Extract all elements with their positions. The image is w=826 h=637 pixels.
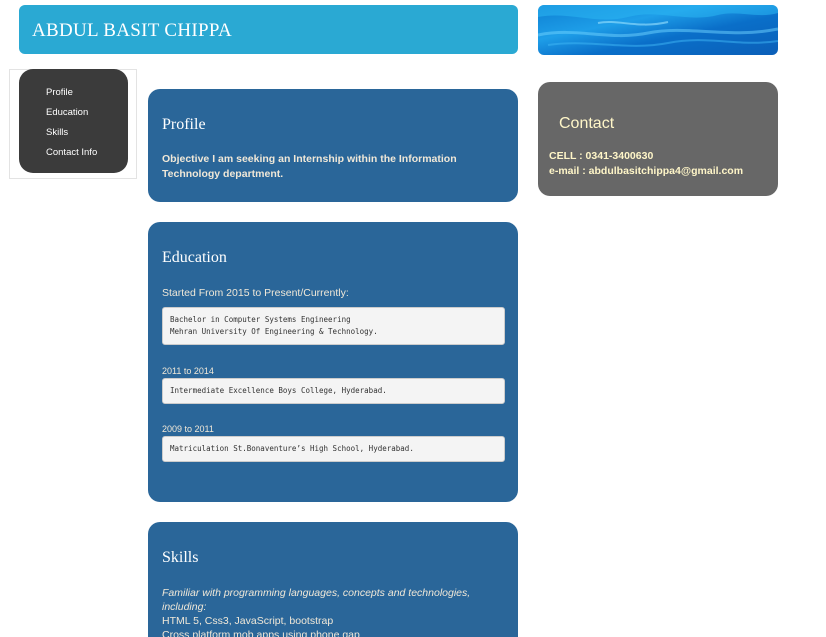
- education-current-period: Started From 2015 to Present/Currently:: [162, 287, 349, 299]
- education-period: 2009 to 2011: [162, 424, 214, 434]
- skills-section: Skills Familiar with programming languag…: [148, 522, 518, 637]
- sidebar-nav-frame: Profile Education Skills Contact Info: [9, 69, 137, 179]
- header-banner: ABDUL BASIT CHIPPA: [19, 5, 518, 54]
- education-heading: Education: [162, 249, 227, 266]
- profile-section: Profile Objective I am seeking an Intern…: [148, 89, 518, 202]
- nav-list: Profile Education Skills Contact Info: [46, 87, 97, 167]
- contact-email[interactable]: e-mail : abdulbasitchippa4@gmail.com: [549, 165, 743, 177]
- resume-page: ABDUL BASIT CHIPPA Profile Education Ski…: [0, 0, 826, 637]
- skills-heading: Skills: [162, 549, 199, 566]
- water-image-svg: [538, 5, 778, 55]
- nav-item-skills[interactable]: Skills: [46, 127, 97, 147]
- skills-intro: Familiar with programming languages, con…: [162, 587, 471, 613]
- skills-content: Familiar with programming languages, con…: [162, 586, 507, 637]
- contact-section: Contact CELL : 0341-3400630 e-mail : abd…: [538, 82, 778, 196]
- water-banner-image: [538, 5, 778, 55]
- contact-heading: Contact: [559, 115, 615, 132]
- nav-item-contact-info[interactable]: Contact Info: [46, 147, 97, 167]
- profile-objective: Objective I am seeking an Internship wit…: [162, 153, 457, 180]
- skills-line: Cross platform mob apps using phone gap: [162, 629, 360, 637]
- page-title: ABDUL BASIT CHIPPA: [32, 20, 233, 41]
- education-current-box: Bachelor in Computer Systems Engineering…: [162, 307, 505, 345]
- contact-cell: CELL : 0341-3400630: [549, 150, 654, 162]
- sidebar-nav: Profile Education Skills Contact Info: [19, 69, 128, 173]
- nav-item-education[interactable]: Education: [46, 107, 97, 127]
- profile-heading: Profile: [162, 116, 206, 133]
- skills-line: HTML 5, Css3, JavaScript, bootstrap: [162, 615, 334, 627]
- education-period: 2011 to 2014: [162, 366, 214, 376]
- education-entry-box: Matriculation St.Bonaventure’s High Scho…: [162, 436, 505, 462]
- nav-item-profile[interactable]: Profile: [46, 87, 97, 107]
- education-entry-box: Intermediate Excellence Boys College, Hy…: [162, 378, 505, 404]
- education-section: Education Started From 2015 to Present/C…: [148, 222, 518, 502]
